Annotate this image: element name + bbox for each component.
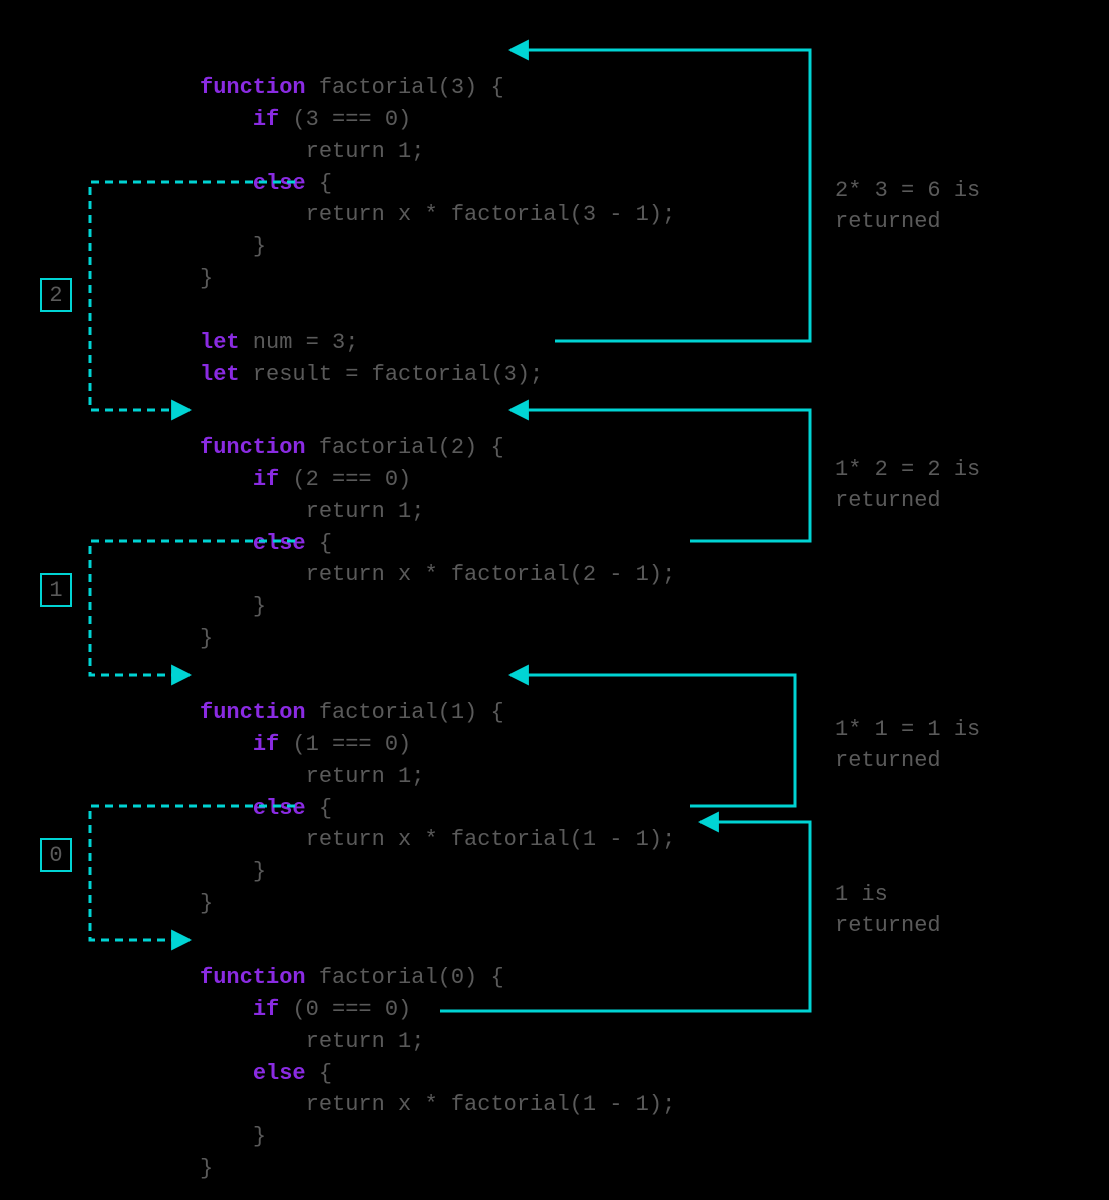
else-open: { bbox=[306, 531, 332, 556]
return-1: return 1; bbox=[306, 139, 425, 164]
else-open: { bbox=[306, 1061, 332, 1086]
step-label: 1 bbox=[49, 578, 62, 603]
annotation-1: 2* 3 = 6 is returned bbox=[835, 176, 980, 238]
keyword-function: function bbox=[200, 700, 306, 725]
code-block-3: function factorial(1) { if (1 === 0) ret… bbox=[200, 665, 675, 920]
keyword-function: function bbox=[200, 75, 306, 100]
close-brace: } bbox=[200, 1156, 213, 1181]
keyword-if: if bbox=[253, 467, 279, 492]
code-block-1: function factorial(3) { if (3 === 0) ret… bbox=[200, 40, 675, 391]
code-block-4: function factorial(0) { if (0 === 0) ret… bbox=[200, 930, 675, 1185]
step-box-0: 0 bbox=[40, 838, 72, 872]
if-cond: (1 === 0) bbox=[279, 732, 411, 757]
annotation-4: 1 is returned bbox=[835, 880, 941, 942]
close-brace: } bbox=[253, 1124, 266, 1149]
close-brace: } bbox=[253, 594, 266, 619]
close-brace: } bbox=[253, 234, 266, 259]
keyword-function: function bbox=[200, 965, 306, 990]
return-1: return 1; bbox=[306, 499, 425, 524]
keyword-else: else bbox=[253, 1061, 306, 1086]
step-label: 2 bbox=[49, 283, 62, 308]
annotation-2: 1* 2 = 2 is returned bbox=[835, 455, 980, 517]
if-cond: (3 === 0) bbox=[279, 107, 411, 132]
fn-sig: factorial(1) { bbox=[306, 700, 504, 725]
fn-sig: factorial(0) { bbox=[306, 965, 504, 990]
step-box-1: 1 bbox=[40, 573, 72, 607]
keyword-if: if bbox=[253, 997, 279, 1022]
fn-sig: factorial(3) { bbox=[306, 75, 504, 100]
if-cond: (0 === 0) bbox=[279, 997, 411, 1022]
else-open: { bbox=[306, 796, 332, 821]
keyword-else: else bbox=[253, 531, 306, 556]
keyword-if: if bbox=[253, 732, 279, 757]
step-box-2: 2 bbox=[40, 278, 72, 312]
return-recur: return x * factorial(1 - 1); bbox=[306, 1092, 676, 1117]
return-1: return 1; bbox=[306, 764, 425, 789]
return-recur: return x * factorial(1 - 1); bbox=[306, 827, 676, 852]
keyword-else: else bbox=[253, 171, 306, 196]
keyword-let: let bbox=[200, 362, 240, 387]
keyword-else: else bbox=[253, 796, 306, 821]
step-label: 0 bbox=[49, 843, 62, 868]
return-1: return 1; bbox=[306, 1029, 425, 1054]
keyword-if: if bbox=[253, 107, 279, 132]
close-brace: } bbox=[200, 266, 213, 291]
let-result: result = factorial(3); bbox=[240, 362, 544, 387]
fn-sig: factorial(2) { bbox=[306, 435, 504, 460]
keyword-function: function bbox=[200, 435, 306, 460]
keyword-let: let bbox=[200, 330, 240, 355]
return-recur: return x * factorial(3 - 1); bbox=[306, 202, 676, 227]
let-num: num = 3; bbox=[240, 330, 359, 355]
close-brace: } bbox=[200, 626, 213, 651]
if-cond: (2 === 0) bbox=[279, 467, 411, 492]
annotation-3: 1* 1 = 1 is returned bbox=[835, 715, 980, 777]
close-brace: } bbox=[200, 891, 213, 916]
code-block-2: function factorial(2) { if (2 === 0) ret… bbox=[200, 400, 675, 655]
return-recur: return x * factorial(2 - 1); bbox=[306, 562, 676, 587]
close-brace: } bbox=[253, 859, 266, 884]
else-open: { bbox=[306, 171, 332, 196]
